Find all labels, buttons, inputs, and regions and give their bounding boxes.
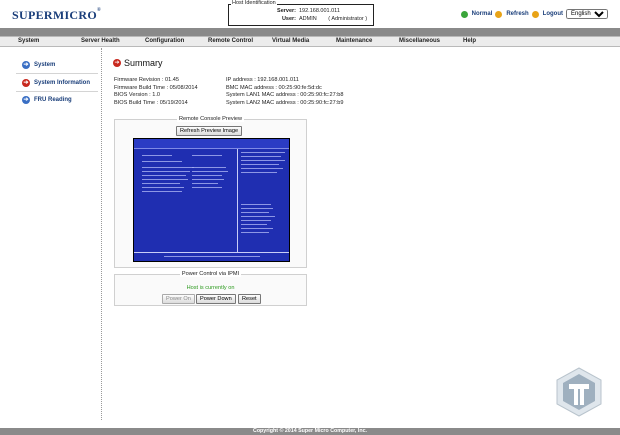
- arrow-icon: ➔: [113, 59, 121, 67]
- arrow-icon: ➔: [22, 61, 30, 69]
- firmware-build-time: Firmware Build Time : 05/08/2014: [114, 84, 198, 91]
- power-down-button[interactable]: Power Down: [196, 294, 236, 304]
- bios-text-line: [241, 164, 279, 165]
- sidebar-item-system[interactable]: ➔ System: [22, 61, 55, 69]
- bios-text-line: [241, 220, 271, 221]
- server-value: 192.168.001.011: [299, 8, 340, 14]
- power-on-button[interactable]: Power On: [162, 294, 195, 304]
- user-row: User: ADMIN ( Administrator ): [272, 16, 367, 22]
- bios-column-divider: [237, 149, 238, 252]
- bios-text-line: [241, 228, 273, 229]
- power-control-title: Power Control via IPMI: [179, 271, 242, 277]
- supermicro-logo: SUPERMICRO®: [12, 8, 102, 22]
- bios-text-line: [241, 212, 269, 213]
- user-value: ADMIN: [299, 16, 317, 22]
- bios-text-line: [241, 172, 277, 173]
- bios-text-line: [192, 183, 218, 184]
- bios-text-line: [142, 175, 186, 176]
- footer: Copyright © 2014 Super Micro Computer, I…: [0, 428, 620, 435]
- bios-text-line: [241, 168, 283, 169]
- network-info: IP address : 192.168.001.011 BMC MAC add…: [226, 77, 344, 107]
- bios-text-line: [241, 216, 275, 217]
- host-power-status: Host is currently on: [186, 285, 235, 291]
- bios-text-line: [142, 161, 182, 162]
- bios-text-line: [192, 171, 228, 172]
- user-label: User:: [281, 16, 296, 22]
- bmc-mac-address: BMC MAC address : 00:25:90:fe:5d:dc: [226, 84, 322, 91]
- bios-text-line: [241, 208, 273, 209]
- arrow-icon: ➔: [22, 96, 30, 104]
- bios-text-line: [142, 191, 182, 192]
- sidebar-divider: [16, 91, 98, 92]
- sidebar-item-system-information[interactable]: ➔ System Information: [22, 79, 90, 87]
- language-select[interactable]: English: [566, 9, 608, 19]
- menu-remote-control[interactable]: Remote Control: [208, 38, 253, 44]
- sidebar-item-label: System Information: [34, 80, 91, 86]
- menu-miscellaneous[interactable]: Miscellaneous: [399, 38, 440, 44]
- user-role: ( Administrator ): [328, 16, 368, 22]
- summary-title-text: Summary: [124, 58, 163, 68]
- bios-header-bar: [134, 139, 289, 149]
- watermark-logo-icon: [556, 367, 602, 417]
- lan2-mac-address: System LAN2 MAC address : 00:25:90:fc:27…: [226, 99, 344, 106]
- firmware-revision: Firmware Revision : 01.45: [114, 77, 179, 83]
- firmware-info: Firmware Revision : 01.45 Firmware Build…: [114, 77, 198, 107]
- refresh-preview-button[interactable]: Refresh Preview Image: [176, 126, 243, 136]
- bios-text-line: [142, 179, 188, 180]
- menu-configuration[interactable]: Configuration: [145, 38, 184, 44]
- bios-text-line: [192, 187, 222, 188]
- status-normal-icon: [460, 10, 468, 18]
- bios-footer-line: [164, 256, 260, 257]
- menu-help[interactable]: Help: [463, 38, 476, 44]
- menu-maintenance[interactable]: Maintenance: [336, 38, 372, 44]
- ip-address: IP address : 192.168.001.011: [226, 77, 299, 83]
- main-menu-bar: System Server Health Configuration Remot…: [0, 36, 620, 47]
- bios-text-line: [142, 171, 190, 172]
- bios-text-line: [241, 224, 267, 225]
- server-row: Server: 192.168.001.011: [272, 8, 340, 14]
- logout-icon: [531, 10, 539, 18]
- remote-console-preview-title: Remote Console Preview: [176, 116, 245, 122]
- lan1-mac-address: System LAN1 MAC address : 00:25:90:fc:27…: [226, 92, 344, 99]
- bios-text-line: [142, 187, 184, 188]
- bios-text-line: [241, 160, 285, 161]
- top-links: Normal Refresh Logout English: [460, 9, 608, 19]
- bios-text-line: [241, 204, 271, 205]
- bios-build-time: BIOS Build Time : 05/19/2014: [114, 99, 188, 106]
- bios-text-line: [192, 167, 226, 168]
- bios-text-line: [241, 152, 285, 153]
- bios-text-line: [142, 167, 194, 168]
- sidebar-item-fru-reading[interactable]: ➔ FRU Reading: [22, 96, 72, 104]
- bios-footer-divider: [134, 252, 289, 253]
- sidebar-item-label: System: [34, 62, 56, 68]
- bios-text-line: [192, 155, 222, 156]
- bios-text-line: [192, 175, 222, 176]
- refresh-link[interactable]: Refresh: [506, 11, 528, 17]
- sidebar: ➔ System ➔ System Information ➔ FRU Read…: [0, 48, 102, 420]
- bios-text-line: [241, 156, 281, 157]
- bios-text-line: [142, 183, 180, 184]
- bios-version: BIOS Version : 1.0: [114, 92, 161, 99]
- normal-link[interactable]: Normal: [472, 11, 493, 17]
- refresh-icon: [495, 10, 503, 18]
- server-label: Server:: [277, 8, 296, 14]
- host-identification-title: Host Identification: [231, 0, 277, 6]
- host-identification-box: Host Identification Server: 192.168.001.0…: [228, 0, 374, 26]
- sidebar-item-label: FRU Reading: [34, 97, 72, 103]
- bios-text-line: [192, 179, 224, 180]
- menu-system[interactable]: System: [18, 38, 39, 44]
- arrow-icon: ➔: [22, 79, 30, 87]
- bios-text-line: [241, 232, 269, 233]
- header-divider-bar: [0, 28, 620, 36]
- sidebar-divider: [16, 73, 98, 74]
- page-title: ➔ Summary: [113, 58, 163, 68]
- menu-virtual-media[interactable]: Virtual Media: [272, 38, 309, 44]
- console-preview-image[interactable]: [133, 138, 290, 262]
- reset-button[interactable]: Reset: [238, 294, 261, 304]
- logout-link[interactable]: Logout: [543, 11, 563, 17]
- menu-server-health[interactable]: Server Health: [81, 38, 120, 44]
- bios-text-line: [142, 155, 172, 156]
